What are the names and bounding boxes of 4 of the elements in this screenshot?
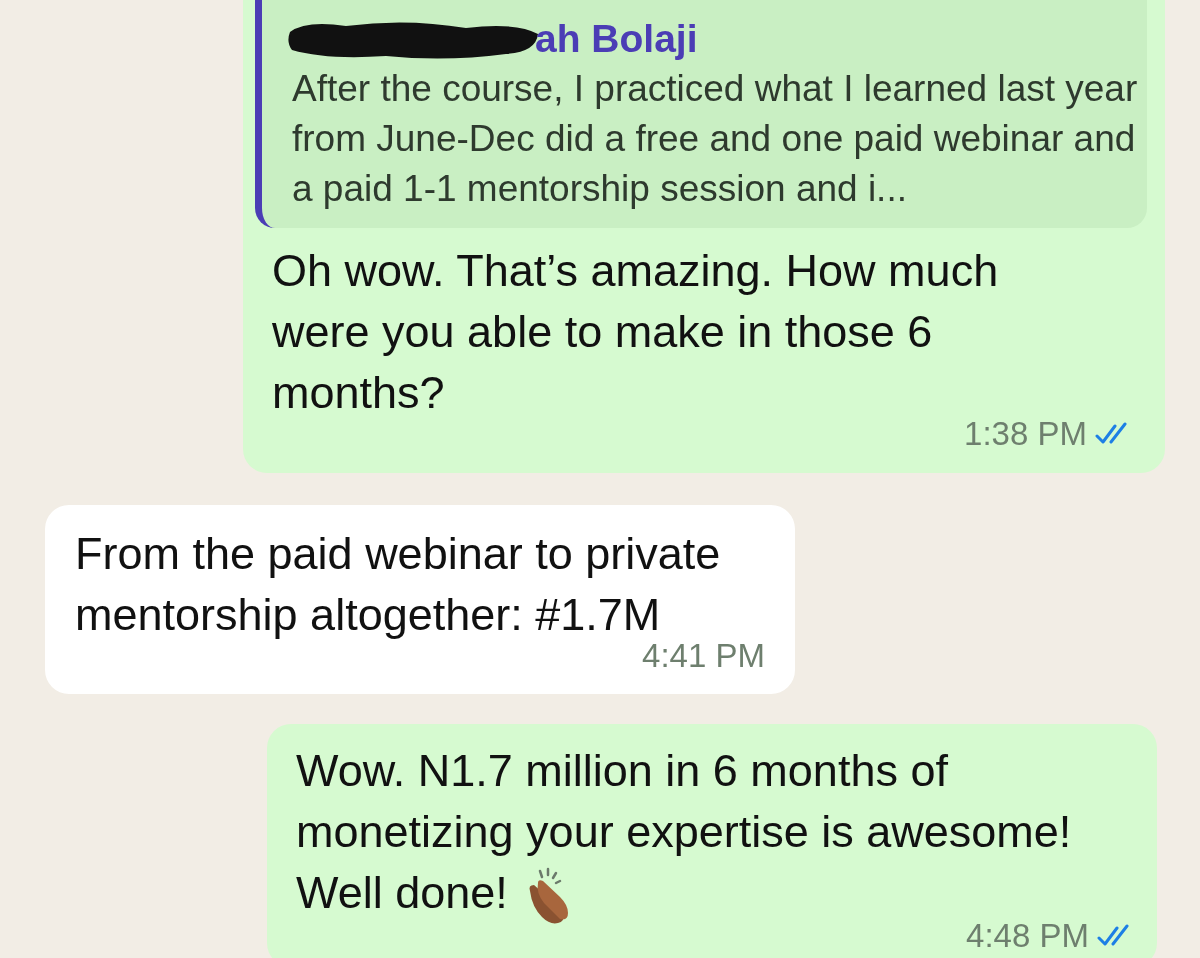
quote-author: ah Bolaji: [535, 17, 698, 61]
quote-text: After the course, I practiced what I learned last year from June-Dec did a free and one paid webinar and a paid 1-1 mentorship session and i...: [292, 67, 1139, 211]
message-time: 4:48 PM: [966, 916, 1089, 957]
quoted-message[interactable]: ah Bolaji After the course, I practiced what I learned last year from June-Dec did a free and one paid webinar and a paid 1-1 mentorship session and i...: [255, 0, 1147, 228]
